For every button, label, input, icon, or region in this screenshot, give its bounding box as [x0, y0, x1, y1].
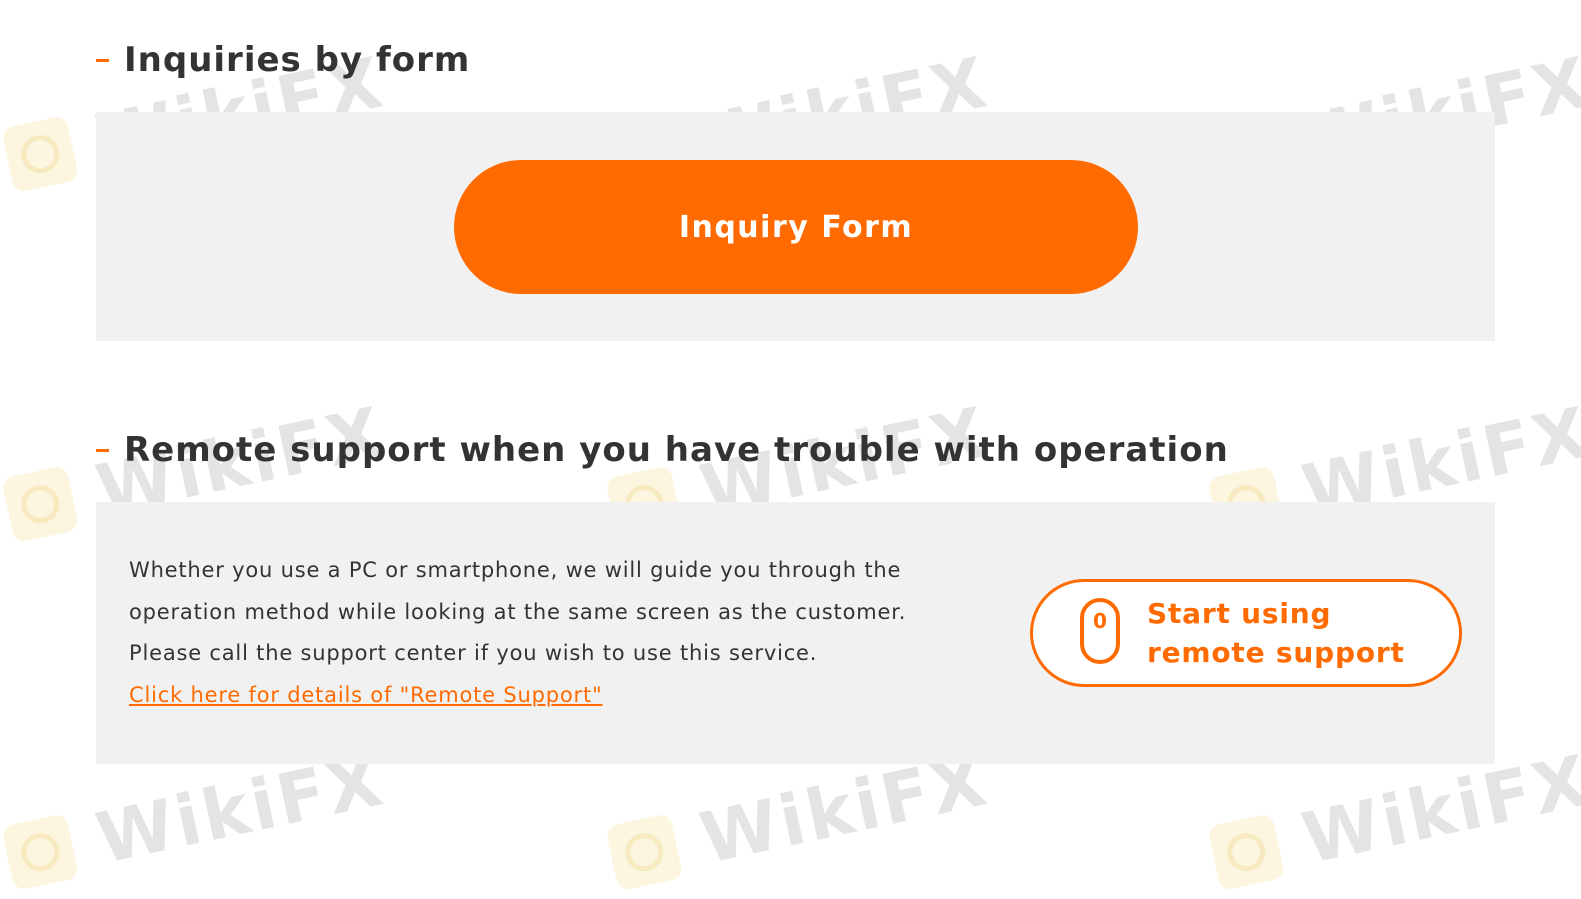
mouse-icon-glyph: 0 [1093, 609, 1107, 633]
start-remote-support-button[interactable]: 0 Start using remote support [1030, 579, 1462, 687]
inquiry-form-button-label: Inquiry Form [678, 209, 914, 245]
mouse-icon: 0 [1080, 598, 1120, 664]
watermark-logo-icon [1, 812, 80, 892]
section-heading-remote-support: Remote support when you have trouble wit… [96, 430, 1229, 470]
watermark-logo-icon [605, 812, 684, 892]
inquiry-form-panel: Inquiry Form [96, 112, 1495, 341]
description-line: Whether you use a PC or smartphone, we w… [129, 558, 902, 582]
heading-dash-marker [96, 58, 109, 62]
remote-support-panel: Whether you use a PC or smartphone, we w… [96, 502, 1495, 764]
remote-support-description: Whether you use a PC or smartphone, we w… [129, 550, 919, 716]
section-heading-text: Remote support when you have trouble wit… [124, 430, 1229, 470]
watermark-logo-icon [1, 114, 80, 194]
section-heading-text: Inquiries by form [124, 40, 471, 80]
button-label-line: Start using [1147, 597, 1332, 630]
heading-dash-marker [96, 448, 109, 452]
inquiry-form-button[interactable]: Inquiry Form [454, 160, 1138, 294]
description-line: Please call the support center if you wi… [129, 641, 818, 665]
watermark-logo-icon [1, 464, 80, 544]
button-label-line: remote support [1147, 636, 1405, 669]
watermark-logo-icon [1207, 812, 1286, 892]
section-heading-inquiries-by-form: Inquiries by form [96, 40, 470, 80]
description-line: operation method while looking at the sa… [129, 599, 907, 624]
start-remote-support-button-label: Start using remote support [1147, 594, 1405, 672]
remote-support-details-link[interactable]: Click here for details of "Remote Suppor… [129, 683, 602, 707]
